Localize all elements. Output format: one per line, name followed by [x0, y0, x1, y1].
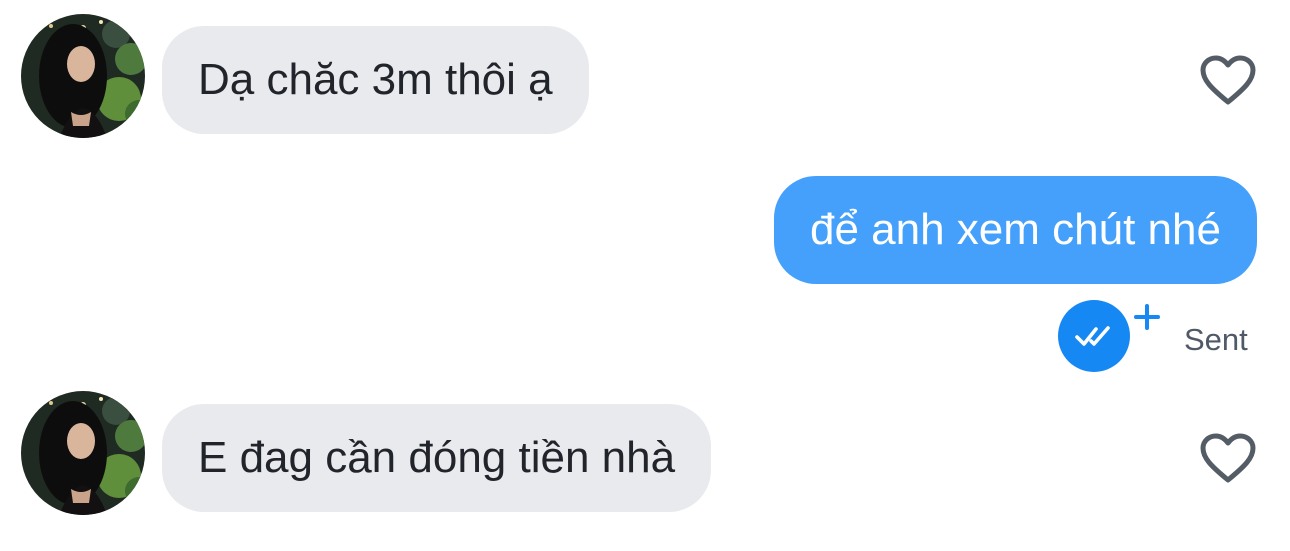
double-check-icon [1075, 326, 1110, 346]
message-status-label: Sent [1184, 322, 1248, 357]
plus-icon[interactable] [1132, 302, 1162, 332]
message-text: E đag cần đóng tiền nhà [198, 433, 676, 482]
message-text: để anh xem chút nhé [810, 205, 1221, 254]
outgoing-message-bubble[interactable]: để anh xem chút nhé [774, 176, 1257, 284]
message-text: Dạ chăc 3m thôi ạ [198, 55, 553, 104]
heart-outline-icon[interactable] [1199, 432, 1257, 484]
incoming-message-bubble[interactable]: E đag cần đóng tiền nhà [162, 404, 712, 512]
heart-outline-icon[interactable] [1199, 54, 1257, 106]
incoming-message-bubble[interactable]: Dạ chăc 3m thôi ạ [162, 26, 589, 134]
sender-avatar[interactable] [21, 391, 145, 515]
sender-avatar[interactable] [21, 14, 145, 138]
read-receipt-badge[interactable] [1058, 300, 1130, 372]
